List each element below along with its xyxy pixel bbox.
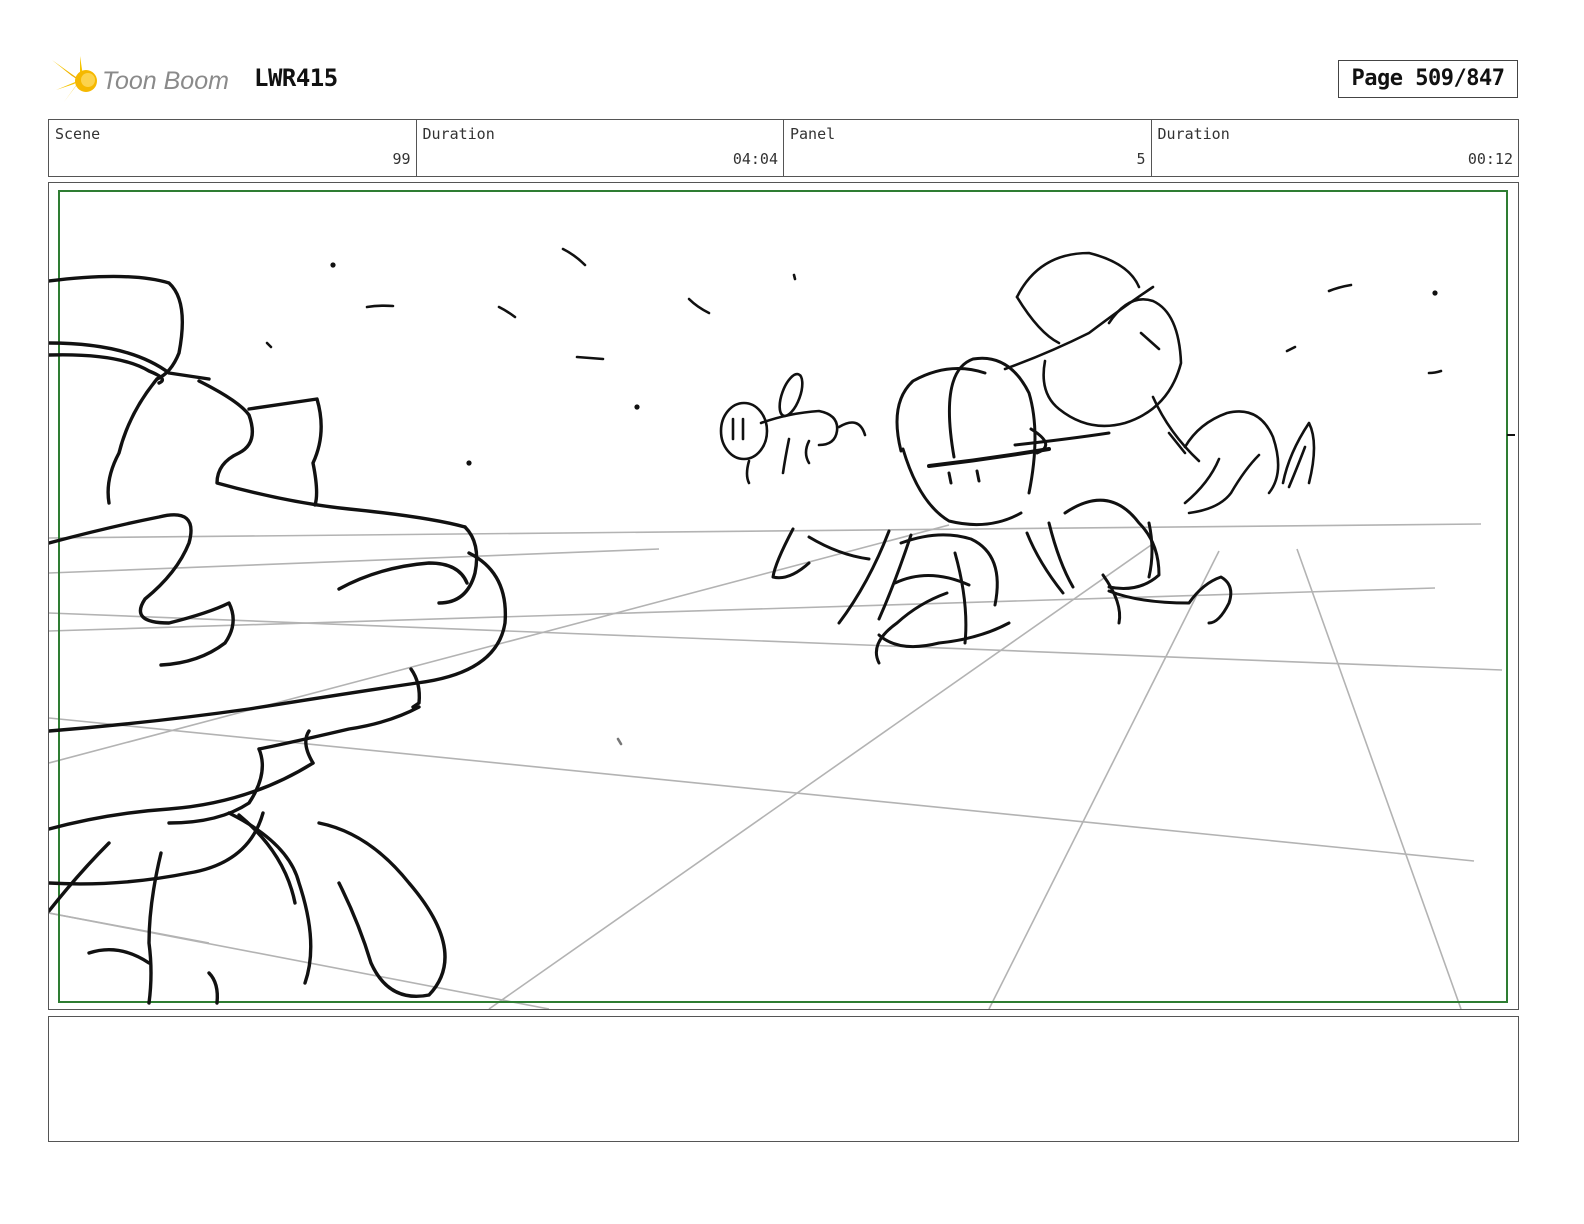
panel-notes-box [48,1016,1519,1142]
scene-value: 99 [392,150,411,168]
panel-value: 5 [1136,150,1146,168]
main-character-sketch [771,356,1233,665]
storyboard-panel [48,182,1519,1010]
scene-info-row: Scene 99 Duration 04:04 Panel 5 Duration… [48,119,1519,177]
panel-label: Panel [790,125,836,143]
panel-duration-cell: Duration 00:12 [1152,120,1519,176]
panel-drawing [49,190,1515,1009]
page-number: Page 509/847 [1338,60,1518,98]
safe-frame [58,190,1508,1003]
foreground-character-sketch [49,274,508,1005]
scene-label: Scene [55,125,101,143]
background-character-sketch [1003,251,1316,515]
debris-marks [265,247,1443,746]
panel-duration-label: Duration [1157,125,1230,143]
panel-duration-value: 00:12 [1467,150,1513,168]
burst-icon [52,56,97,102]
small-character-sketch [719,372,867,485]
perspective-grid [49,523,1503,1009]
logo-text: Toon Boom [102,67,229,95]
panel-cell: Panel 5 [784,120,1152,176]
scene-duration-cell: Duration 04:04 [417,120,784,176]
scene-duration-value: 04:04 [732,150,778,168]
toon-boom-logo: Toon Boom [50,54,240,110]
scene-duration-label: Duration [422,125,495,143]
scene-cell: Scene 99 [49,120,417,176]
project-code: LWR415 [254,64,338,92]
